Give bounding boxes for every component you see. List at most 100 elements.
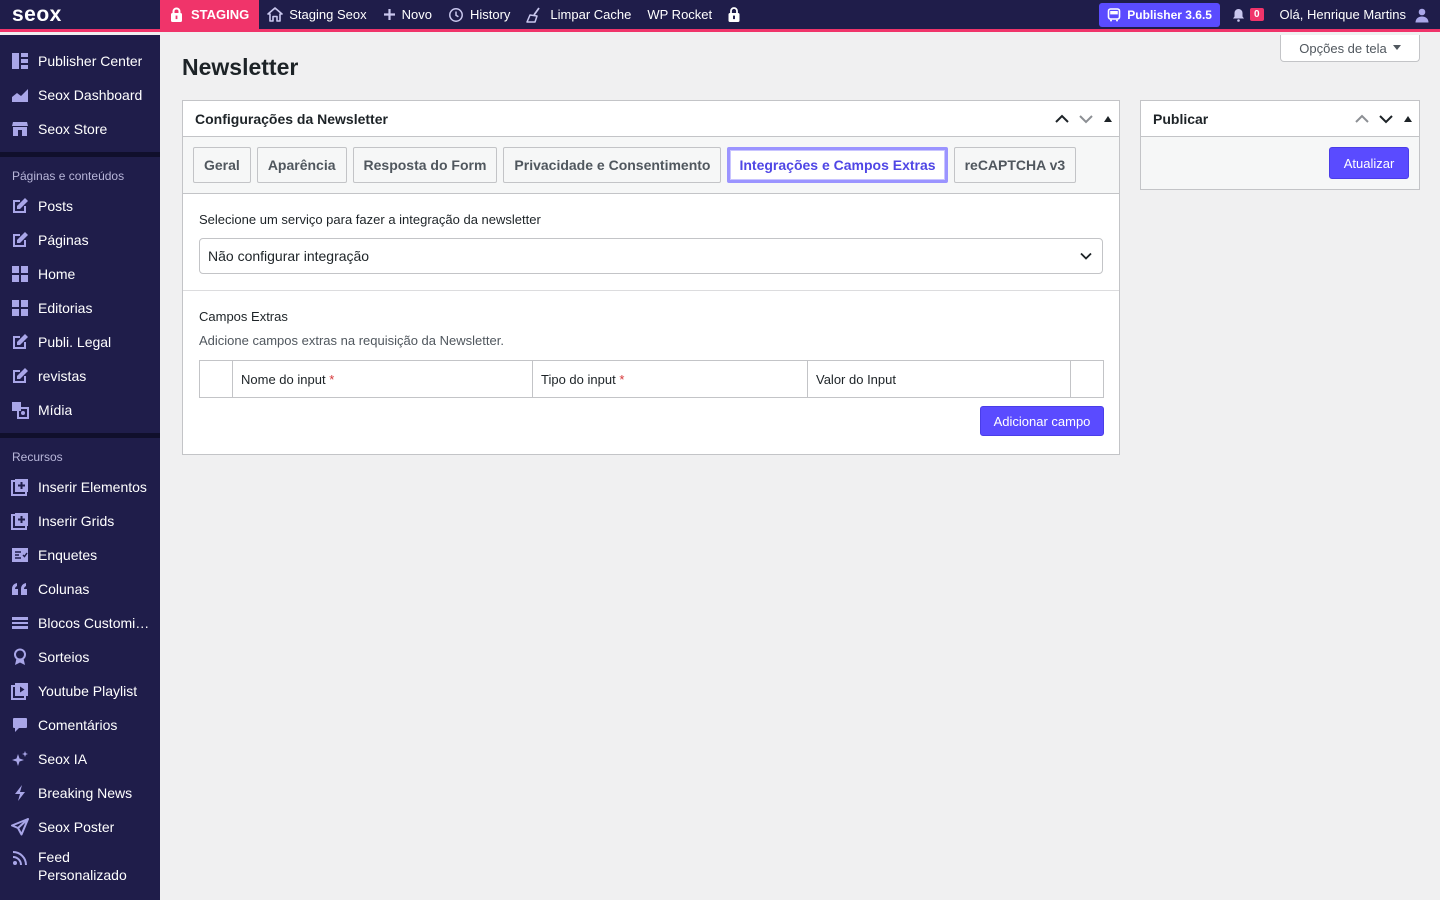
table-header-row: Nome do input * Tipo do input * Valor do… xyxy=(199,360,1104,398)
staging-badge[interactable]: STAGING xyxy=(160,0,260,31)
menu-label: Enquetes xyxy=(38,547,98,563)
menu-breaking-news[interactable]: Breaking News xyxy=(0,776,160,810)
update-button[interactable]: Atualizar xyxy=(1329,147,1409,179)
move-down-icon[interactable] xyxy=(1379,114,1393,124)
menu-enquetes[interactable]: Enquetes xyxy=(0,538,160,572)
tab-integracoes[interactable]: Integrações e Campos Extras xyxy=(727,147,948,183)
clear-cache-label: Limpar Cache xyxy=(550,7,632,22)
move-up-icon[interactable] xyxy=(1055,114,1069,124)
menu-publisher-center[interactable]: Publisher Center xyxy=(0,44,160,78)
tab-aparencia[interactable]: Aparência xyxy=(256,147,347,183)
column-label: Tipo do input xyxy=(541,371,616,387)
move-down-icon[interactable] xyxy=(1079,114,1093,124)
settings-tabs: Geral Aparência Resposta do Form Privaci… xyxy=(183,137,1119,194)
column-label: Nome do input xyxy=(241,371,326,387)
menu-posts[interactable]: Posts xyxy=(0,189,160,223)
publisher-version-label: Publisher 3.6.5 xyxy=(1127,7,1212,22)
menu-heading-content: Páginas e conteúdos xyxy=(12,169,125,183)
collapse-toggle-icon[interactable] xyxy=(1103,115,1113,123)
menu-sorteios[interactable]: Sorteios xyxy=(0,640,160,674)
menu-label: Editorias xyxy=(38,300,93,316)
menu-home[interactable]: Home xyxy=(0,257,160,291)
send-icon xyxy=(10,817,30,837)
clear-cache-link[interactable]: Limpar Cache xyxy=(518,0,639,31)
history-label: History xyxy=(469,7,511,22)
comment-icon xyxy=(10,715,30,735)
wp-rocket-label: WP Rocket xyxy=(647,7,713,22)
site-name-link[interactable]: Staging Seox xyxy=(259,0,374,31)
menu-revistas[interactable]: revistas xyxy=(0,359,160,393)
extra-fields-title: Campos Extras xyxy=(199,309,288,324)
user-account-menu[interactable]: Olá, Henrique Martins xyxy=(1280,7,1440,23)
screen-options-toggle[interactable]: Opções de tela xyxy=(1280,35,1420,62)
plus-icon xyxy=(383,9,395,20)
menu-youtube-playlist[interactable]: Youtube Playlist xyxy=(0,674,160,708)
menu-publi-legal[interactable]: Publi. Legal xyxy=(0,325,160,359)
menu-comentarios[interactable]: Comentários xyxy=(0,708,160,742)
column-header-type: Tipo do input * xyxy=(532,360,808,398)
caret-down-icon xyxy=(1392,45,1401,50)
menu-label: Mídia xyxy=(38,402,73,418)
menu-editorias[interactable]: Editorias xyxy=(0,291,160,325)
menu-midia[interactable]: Mídia xyxy=(0,393,160,427)
edit-icon xyxy=(10,332,30,352)
tab-resposta-form[interactable]: Resposta do Form xyxy=(352,147,498,183)
settings-box-title: Configurações da Newsletter xyxy=(195,110,388,127)
media-icon xyxy=(10,400,30,420)
publish-box: Publicar Atualizar xyxy=(1140,100,1420,190)
menu-label: Inserir Grids xyxy=(38,513,115,529)
menu-pages[interactable]: Páginas xyxy=(0,223,160,257)
admin-sidebar: Publisher Center Seox Dashboard Seox Sto… xyxy=(0,35,160,900)
tab-geral[interactable]: Geral xyxy=(193,147,251,183)
menu-label: Sorteios xyxy=(38,649,90,665)
menu-feed-personalizado[interactable]: Feed Personalizado xyxy=(0,844,160,886)
menu-seox-store[interactable]: Seox Store xyxy=(0,112,160,146)
menu-label: Feed Personalizado xyxy=(38,849,127,883)
column-header-name: Nome do input * xyxy=(232,360,533,398)
menu-label: Publi. Legal xyxy=(38,334,112,350)
menu-seox-dashboard[interactable]: Seox Dashboard xyxy=(0,78,160,112)
menu-label: Colunas xyxy=(38,581,90,597)
menu-inserir-grids[interactable]: Inserir Grids xyxy=(0,504,160,538)
sparkle-icon xyxy=(10,749,30,769)
column-header-value: Valor do Input xyxy=(807,360,1071,398)
lock-toggle[interactable] xyxy=(720,0,748,31)
tab-recaptcha[interactable]: reCAPTCHA v3 xyxy=(953,147,1077,183)
award-icon xyxy=(10,647,30,667)
menu-seox-poster[interactable]: Seox Poster xyxy=(0,810,160,844)
blocks-icon xyxy=(10,298,30,318)
new-content-link[interactable]: Novo xyxy=(375,0,440,31)
page-title: Newsletter xyxy=(182,54,299,80)
menu-label: Seox Store xyxy=(38,121,108,137)
notifications[interactable]: 0 xyxy=(1232,8,1264,22)
move-up-icon[interactable] xyxy=(1355,114,1369,124)
menu-label: Posts xyxy=(38,198,74,214)
menu-seox-ia[interactable]: Seox IA xyxy=(0,742,160,776)
seox-logo[interactable]: seox xyxy=(0,0,160,31)
publisher-version-badge[interactable]: Publisher 3.6.5 xyxy=(1099,2,1220,27)
bell-icon xyxy=(1232,8,1244,22)
integration-select[interactable]: Não configurar integração xyxy=(199,238,1103,274)
edit-icon xyxy=(10,196,30,216)
user-icon xyxy=(1415,8,1429,22)
extra-fields-description: Adicione campos extras na requisição da … xyxy=(199,333,504,348)
history-link[interactable]: History xyxy=(440,0,518,31)
site-name-label: Staging Seox xyxy=(289,7,367,22)
newsletter-settings-box: Configurações da Newsletter Geral Aparên… xyxy=(182,100,1120,455)
wp-rocket-link[interactable]: WP Rocket xyxy=(639,0,720,31)
quote-icon xyxy=(10,579,30,599)
menu-inserir-elementos[interactable]: Inserir Elementos xyxy=(0,470,160,504)
chart-area-icon xyxy=(10,85,30,105)
integration-label: Selecione um serviço para fazer a integr… xyxy=(199,212,541,227)
menu-label: Blocos Customizados xyxy=(38,615,156,631)
plus-square-icon xyxy=(10,477,30,497)
add-field-button[interactable]: Adicionar campo xyxy=(980,406,1104,436)
menu-label: Seox Dashboard xyxy=(38,87,143,103)
tab-privacidade[interactable]: Privacidade e Consentimento xyxy=(503,147,722,183)
collapse-toggle-icon[interactable] xyxy=(1403,115,1413,123)
menu-colunas[interactable]: Colunas xyxy=(0,572,160,606)
integration-section: Selecione um serviço para fazer a integr… xyxy=(183,194,1119,290)
unlock-icon xyxy=(728,7,740,22)
integration-selected-value: Não configurar integração xyxy=(208,248,370,264)
menu-blocos-customizados[interactable]: Blocos Customizados xyxy=(0,606,160,640)
